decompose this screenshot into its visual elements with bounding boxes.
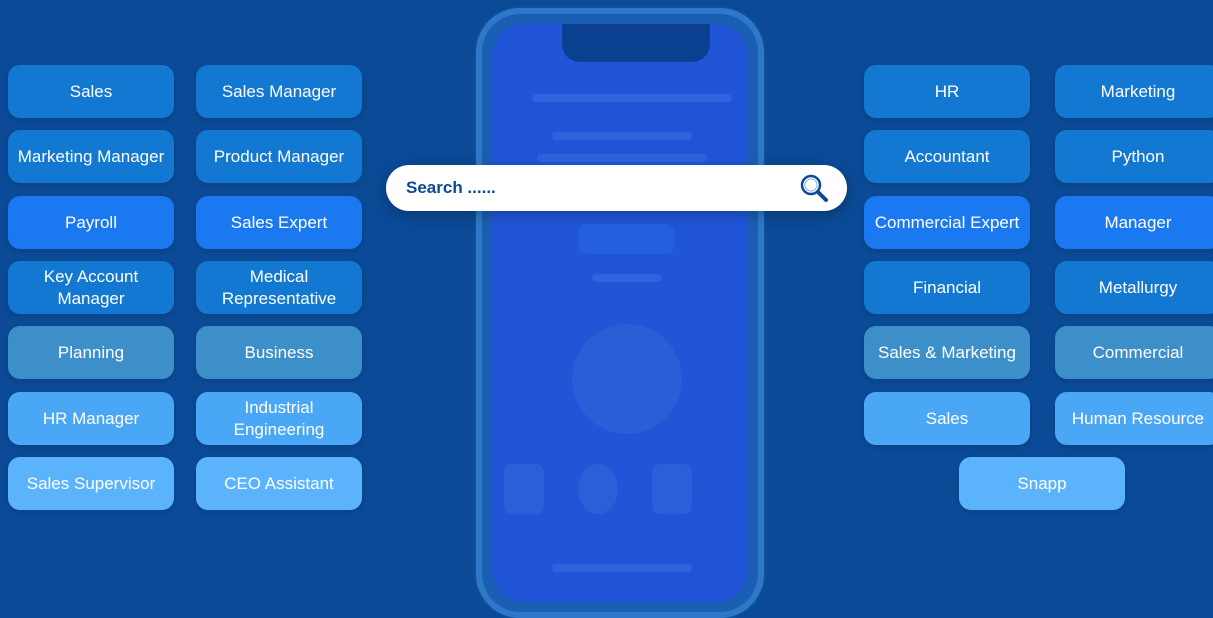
tag-sales-marketing[interactable]: Sales & Marketing	[864, 326, 1030, 379]
tag-human-resource[interactable]: Human Resource	[1055, 392, 1213, 445]
tag-manager[interactable]: Manager	[1055, 196, 1213, 249]
tag-hr-manager[interactable]: HR Manager	[8, 392, 174, 445]
screen-text-line	[552, 132, 692, 140]
tag-key-account-manager[interactable]: Key Account Manager	[8, 261, 174, 314]
tag-metallurgy[interactable]: Metallurgy	[1055, 261, 1213, 314]
search-bar[interactable]: Search ......	[386, 165, 847, 211]
tag-sales[interactable]: Sales	[8, 65, 174, 118]
tag-accountant[interactable]: Accountant	[864, 130, 1030, 183]
tag-python[interactable]: Python	[1055, 130, 1213, 183]
tag-marketing[interactable]: Marketing	[1055, 65, 1213, 118]
search-icon[interactable]	[797, 171, 831, 205]
tag-sales-expert[interactable]: Sales Expert	[196, 196, 362, 249]
tag-sales-supervisor[interactable]: Sales Supervisor	[8, 457, 174, 510]
tag-sales-right[interactable]: Sales	[864, 392, 1030, 445]
tag-medical-representative[interactable]: Medical Representative	[196, 261, 362, 314]
tag-planning[interactable]: Planning	[8, 326, 174, 379]
screen-section-title	[552, 564, 692, 572]
phone-screen	[492, 24, 748, 602]
phone-notch	[562, 24, 710, 62]
tag-ceo-assistant[interactable]: CEO Assistant	[196, 457, 362, 510]
tag-commercial-expert[interactable]: Commercial Expert	[864, 196, 1030, 249]
screen-category-icon	[652, 464, 692, 514]
tag-commercial[interactable]: Commercial	[1055, 326, 1213, 379]
screen-person-image	[572, 324, 682, 434]
tag-snapp[interactable]: Snapp	[959, 457, 1125, 510]
tag-payroll[interactable]: Payroll	[8, 196, 174, 249]
tag-industrial-engineering[interactable]: Industrial Engineering	[196, 392, 362, 445]
tag-sales-manager[interactable]: Sales Manager	[196, 65, 362, 118]
tag-hr[interactable]: HR	[864, 65, 1030, 118]
tag-product-manager[interactable]: Product Manager	[196, 130, 362, 183]
screen-link	[592, 274, 662, 282]
screen-button	[578, 224, 674, 254]
tag-business[interactable]: Business	[196, 326, 362, 379]
tag-financial[interactable]: Financial	[864, 261, 1030, 314]
screen-category-icon	[578, 464, 618, 514]
search-input[interactable]: Search ......	[406, 178, 496, 198]
screen-category-icon	[504, 464, 544, 514]
screen-header-bar	[532, 94, 732, 102]
tag-marketing-manager[interactable]: Marketing Manager	[8, 130, 174, 183]
screen-text-line	[537, 154, 707, 162]
phone-mockup	[476, 8, 764, 618]
